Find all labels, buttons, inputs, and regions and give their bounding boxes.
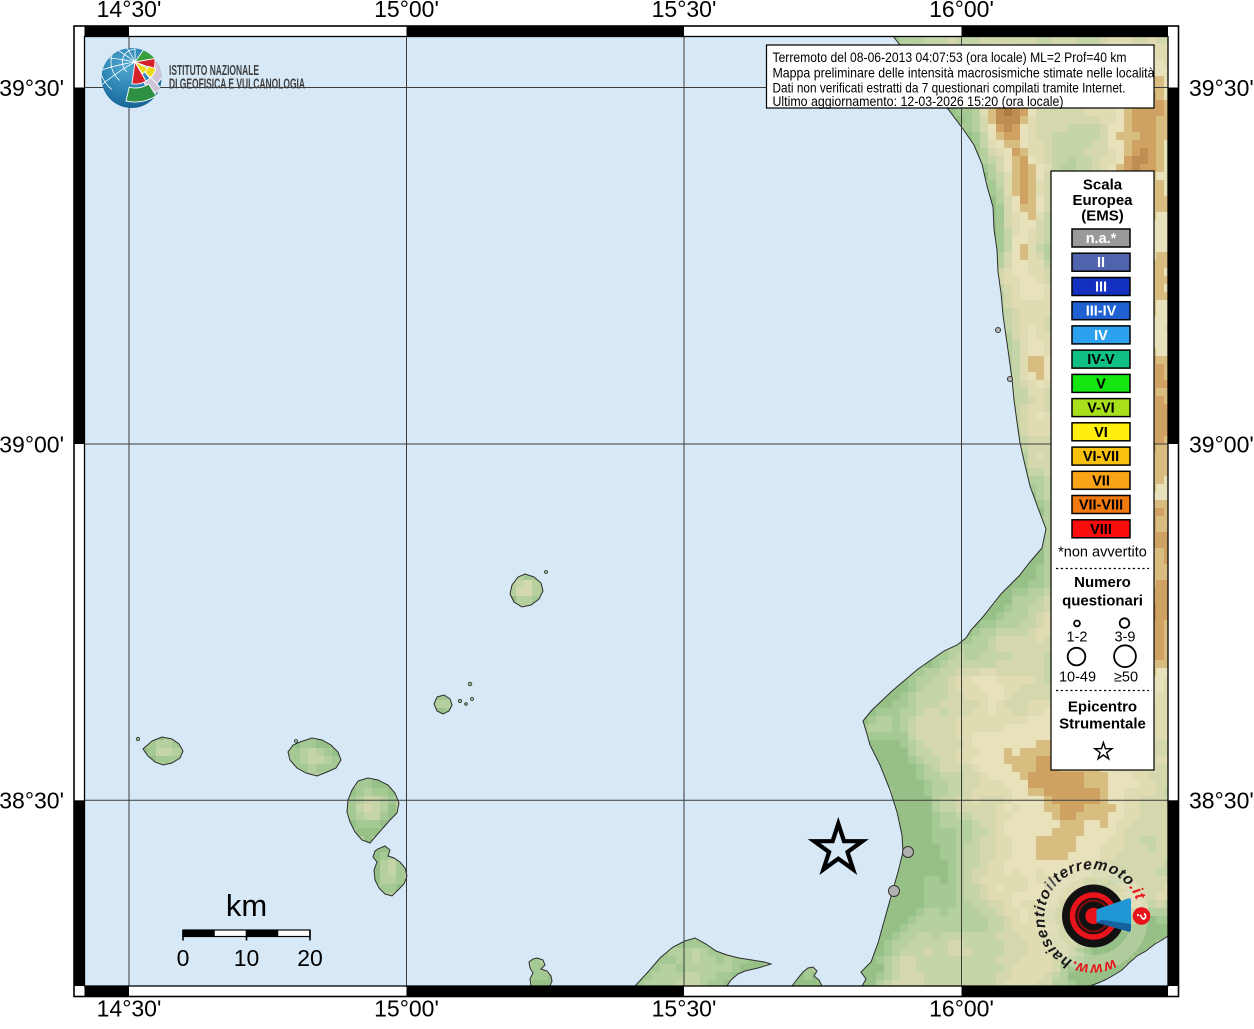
svg-text:39°00': 39°00' (1189, 431, 1254, 457)
svg-text:VI: VI (1094, 425, 1108, 441)
svg-text:15°30': 15°30' (652, 996, 717, 1022)
svg-text:Numero: Numero (1074, 574, 1131, 591)
svg-text:15°00': 15°00' (374, 0, 439, 22)
svg-text:km: km (226, 888, 267, 923)
svg-text:VI-VII: VI-VII (1083, 449, 1119, 465)
svg-text:*non avvertito: *non avvertito (1058, 545, 1147, 561)
svg-text:16°00': 16°00' (929, 0, 994, 22)
svg-text:16°00': 16°00' (929, 996, 994, 1022)
svg-text:n.a.*: n.a.* (1086, 231, 1117, 247)
svg-text:39°30': 39°30' (1189, 75, 1254, 101)
svg-text:Scala: Scala (1083, 177, 1123, 194)
svg-text:III-IV: III-IV (1086, 304, 1117, 320)
svg-text:14°30': 14°30' (97, 0, 162, 22)
svg-text:VIII: VIII (1090, 522, 1112, 538)
svg-text:10: 10 (234, 945, 260, 971)
svg-text:38°30': 38°30' (0, 788, 64, 814)
svg-text:Strumentale: Strumentale (1059, 716, 1146, 733)
svg-text:Epicentro: Epicentro (1068, 699, 1137, 716)
svg-text:questionari: questionari (1062, 593, 1143, 610)
svg-text:38°30': 38°30' (1189, 788, 1254, 814)
svg-text:II: II (1097, 255, 1105, 271)
svg-text:Ultimo aggiornamento: 12-03-20: Ultimo aggiornamento: 12-03-2026 15:20 (… (773, 94, 1064, 109)
svg-text:IV: IV (1094, 328, 1108, 344)
svg-text:III: III (1095, 280, 1107, 296)
svg-text:V: V (1096, 376, 1106, 392)
svg-text:Terremoto del 08-06-2013 04:07: Terremoto del 08-06-2013 04:07:53 (ora l… (773, 50, 1127, 65)
svg-text:VII: VII (1092, 473, 1110, 489)
svg-text:≥50: ≥50 (1114, 670, 1138, 686)
svg-text:39°00': 39°00' (0, 431, 64, 457)
svg-text:14°30': 14°30' (97, 996, 162, 1022)
svg-text:0: 0 (177, 945, 190, 971)
svg-text:(EMS): (EMS) (1081, 208, 1124, 225)
svg-text:1-2: 1-2 (1067, 630, 1088, 646)
svg-text:39°30': 39°30' (0, 75, 64, 101)
svg-text:DI GEOFISICA E VULCANOLOGIA: DI GEOFISICA E VULCANOLOGIA (169, 77, 305, 93)
svg-text:3-9: 3-9 (1115, 630, 1136, 646)
svg-text:Europea: Europea (1072, 192, 1133, 209)
svg-text:Mappa preliminare delle intens: Mappa preliminare delle intensità macros… (773, 65, 1155, 80)
svg-text:VII-VIII: VII-VIII (1079, 498, 1123, 514)
svg-text:10-49: 10-49 (1059, 670, 1096, 686)
svg-text:20: 20 (297, 945, 323, 971)
svg-text:15°30': 15°30' (652, 0, 717, 22)
svg-text:IV-V: IV-V (1087, 352, 1115, 368)
svg-text:V-VI: V-VI (1087, 401, 1114, 417)
svg-text:15°00': 15°00' (374, 996, 439, 1022)
